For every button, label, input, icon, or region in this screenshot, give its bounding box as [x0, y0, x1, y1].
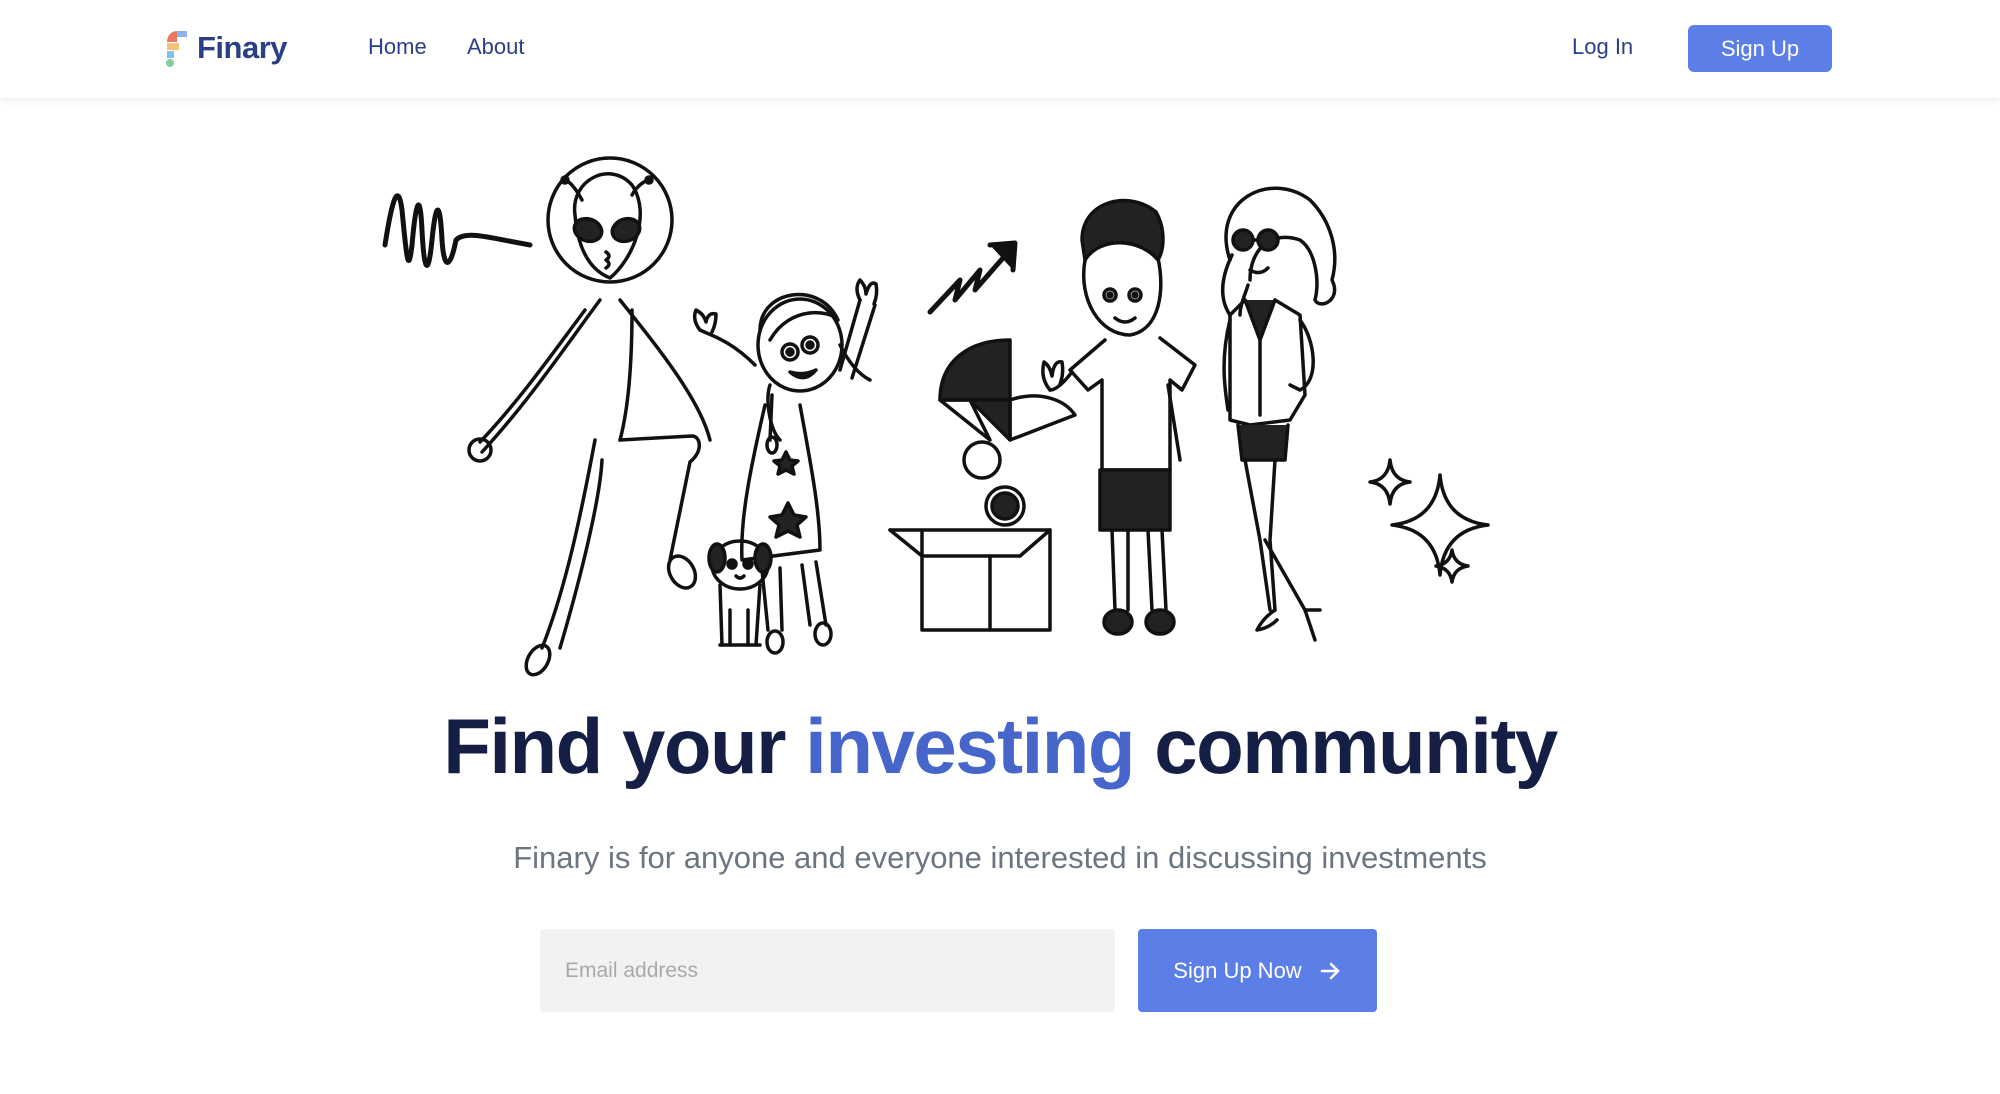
finary-logo-icon	[166, 31, 187, 67]
signup-now-label: Sign Up Now	[1173, 957, 1302, 983]
nav-link-about[interactable]: About	[467, 34, 525, 60]
hero-title-part2: community	[1134, 702, 1558, 790]
hero-subtitle: Finary is for anyone and everyone intere…	[513, 840, 1487, 875]
squiggle-doodle	[382, 193, 533, 268]
brand-logo[interactable]: Finary	[163, 28, 288, 68]
top-navbar: Finary Home About Log In Sign Up	[0, 0, 2000, 98]
alien-figure	[467, 156, 712, 677]
coin-doodle	[984, 485, 1026, 527]
community-doodle-illustration	[382, 156, 1490, 677]
nav-link-home[interactable]: Home	[368, 34, 427, 60]
hero-title: Find your investing community	[0, 700, 2000, 794]
hero-title-accent: investing	[805, 702, 1135, 790]
login-link[interactable]: Log In	[1572, 34, 1633, 60]
signup-button[interactable]: Sign Up	[1688, 25, 1832, 72]
signup-now-button[interactable]: Sign Up Now	[1138, 929, 1377, 1012]
finary-logo-doodle	[938, 338, 1077, 480]
woman-figure	[1221, 186, 1337, 642]
brand-name: Finary	[197, 30, 288, 65]
arrow-right-icon	[1320, 962, 1339, 979]
open-box	[888, 528, 1052, 632]
growth-arrow-doodle	[927, 240, 1018, 315]
dog-figure	[707, 539, 773, 647]
sparkle-icon-group	[1368, 458, 1490, 584]
hero-title-part1: Find your	[443, 702, 806, 790]
email-input[interactable]	[540, 929, 1115, 1012]
